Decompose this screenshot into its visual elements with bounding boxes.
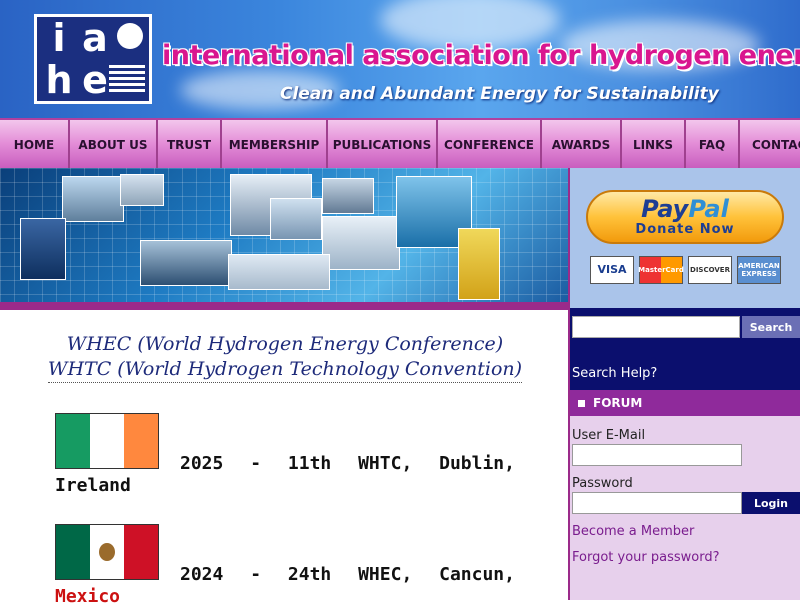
main-nav: HOME ABOUT US TRUST MEMBERSHIP PUBLICATI… (0, 118, 800, 172)
site-header: i a h e international association for hy… (0, 0, 800, 118)
login-button[interactable]: Login (742, 492, 800, 514)
nav-membership[interactable]: MEMBERSHIP (222, 120, 328, 170)
search-panel: Search Search Help? (570, 308, 800, 390)
forum-header: FORUM (570, 390, 800, 416)
logo-letter: h (45, 58, 73, 102)
nav-home[interactable]: HOME (0, 120, 70, 170)
become-member-link[interactable]: Become a Member (572, 524, 694, 539)
ireland-flag-icon[interactable] (55, 413, 159, 469)
sidebar: PayPal Donate Now VISA MasterCard DISCOV… (568, 168, 800, 600)
nav-about-us[interactable]: ABOUT US (70, 120, 158, 170)
paypal-logo: PayPal (641, 195, 729, 223)
logo-waves-icon (109, 65, 145, 95)
site-title: international association for hydrogen e… (162, 40, 800, 71)
event-title[interactable]: 2025 - 11th WHTC, Dublin, (180, 453, 515, 474)
banner-divider (0, 302, 568, 310)
banner-photo (62, 176, 124, 222)
logo-letter: a (82, 16, 108, 60)
logo-letter: e (82, 58, 108, 102)
event-item: 2024 - 24th WHEC, Cancun, Mexico (55, 524, 515, 607)
discover-card-icon: DISCOVER (688, 256, 732, 284)
iahe-logo[interactable]: i a h e (34, 14, 152, 104)
banner-photo (140, 240, 232, 286)
donate-label: Donate Now (635, 222, 735, 237)
nav-awards[interactable]: AWARDS (542, 120, 622, 170)
search-help-link[interactable]: Search Help? (572, 366, 657, 381)
event-title[interactable]: 2024 - 24th WHEC, Cancun, (180, 564, 515, 585)
nav-trust[interactable]: TRUST (158, 120, 222, 170)
banner-photo (458, 228, 500, 300)
forum-title: FORUM (593, 396, 643, 410)
banner-photo (228, 254, 330, 290)
site-tagline: Clean and Abundant Energy for Sustainabi… (280, 84, 719, 104)
email-label: User E-Mail (572, 428, 646, 443)
donate-panel: PayPal Donate Now VISA MasterCard DISCOV… (570, 168, 800, 308)
password-field[interactable] (572, 492, 742, 514)
search-button[interactable]: Search (742, 316, 800, 338)
event-country[interactable]: Mexico (55, 586, 120, 607)
bullet-square-icon (578, 399, 585, 407)
event-country[interactable]: Ireland (55, 475, 131, 496)
visa-card-icon: VISA (590, 256, 634, 284)
search-input[interactable] (572, 316, 740, 338)
banner-photo (322, 216, 400, 270)
nav-faq[interactable]: FAQ (686, 120, 740, 170)
mexico-flag-icon[interactable] (55, 524, 159, 580)
email-field[interactable] (572, 444, 742, 466)
banner-photo (20, 218, 66, 280)
banner-photo (322, 178, 374, 214)
nav-conference[interactable]: CONFERENCE (438, 120, 542, 170)
nav-contact[interactable]: CONTACT (740, 120, 800, 170)
paypal-donate-button[interactable]: PayPal Donate Now (586, 190, 784, 244)
nav-links[interactable]: LINKS (622, 120, 686, 170)
nav-publications[interactable]: PUBLICATIONS (328, 120, 438, 170)
logo-letter: i (52, 16, 66, 60)
password-label: Password (572, 476, 633, 491)
payment-cards: VISA MasterCard DISCOVER AMERICAN EXPRES… (590, 256, 781, 284)
whec-heading[interactable]: WHEC (World Hydrogen Energy Conference) (40, 332, 530, 357)
hydrogen-banner-image (0, 168, 568, 304)
mastercard-icon: MasterCard (638, 256, 684, 284)
event-item: 2025 - 11th WHTC, Dublin, Ireland (55, 413, 515, 513)
amex-card-icon: AMERICAN EXPRESS (737, 256, 781, 284)
banner-photo (270, 198, 322, 240)
logo-sun-icon (117, 23, 143, 49)
whtc-heading[interactable]: WHTC (World Hydrogen Technology Conventi… (47, 357, 523, 383)
forgot-password-link[interactable]: Forgot your password? (572, 550, 720, 565)
banner-photo (120, 174, 164, 206)
conference-heading: WHEC (World Hydrogen Energy Conference) … (40, 332, 530, 383)
